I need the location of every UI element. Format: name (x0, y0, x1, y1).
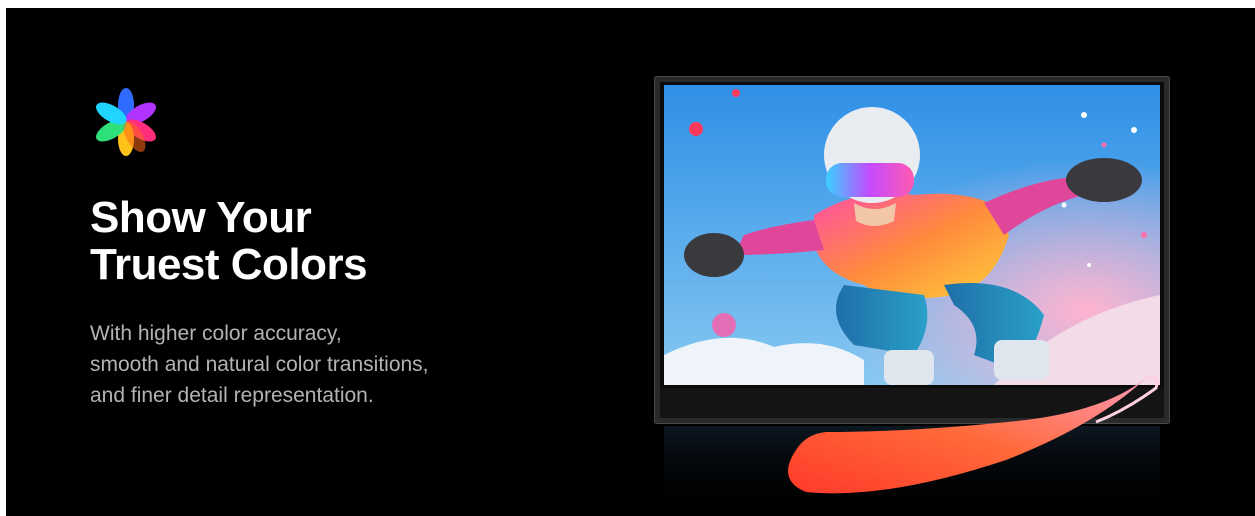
description-line-2: smooth and natural color transitions, (90, 353, 429, 376)
flower-color-icon (96, 88, 156, 156)
headline: Show Your Truest Colors (90, 193, 368, 289)
headline-line-1: Show Your (90, 193, 312, 242)
description-line-1: With higher color accuracy, (90, 322, 342, 345)
headline-line-2: Truest Colors (90, 240, 368, 289)
description: With higher color accuracy, smooth and n… (90, 318, 429, 411)
description-line-3: and finer detail representation. (90, 384, 374, 407)
snowboarder-image (664, 85, 1160, 385)
hero-banner: Show Your Truest Colors With higher colo… (6, 8, 1255, 516)
snowboard-graphic (788, 374, 1159, 494)
